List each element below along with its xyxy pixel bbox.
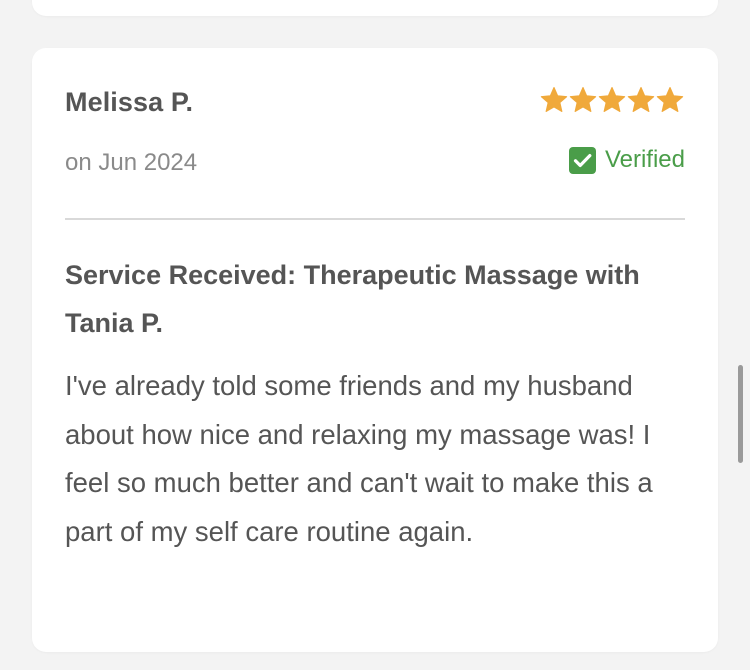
reviewer-name: Melissa P. xyxy=(65,87,194,117)
verified-badge: Verified xyxy=(568,145,685,175)
review-text: I've already told some friends and my hu… xyxy=(65,370,653,547)
verified-label: Verified xyxy=(604,146,685,173)
checkbox-check-icon xyxy=(568,146,596,174)
star-icon xyxy=(656,86,684,114)
divider xyxy=(65,218,685,220)
previous-review-card xyxy=(32,0,718,16)
star-icon xyxy=(627,86,655,114)
star-icon xyxy=(540,86,568,114)
scrollbar-thumb[interactable] xyxy=(738,365,743,463)
service-title: Service Received: Therapeutic Massage wi… xyxy=(65,260,640,338)
star-rating xyxy=(540,86,684,114)
review-card: Melissa P. on Jun 2024 Verified Service … xyxy=(32,48,718,652)
review-date: on Jun 2024 xyxy=(65,149,198,176)
star-icon xyxy=(598,86,626,114)
star-icon xyxy=(569,86,597,114)
